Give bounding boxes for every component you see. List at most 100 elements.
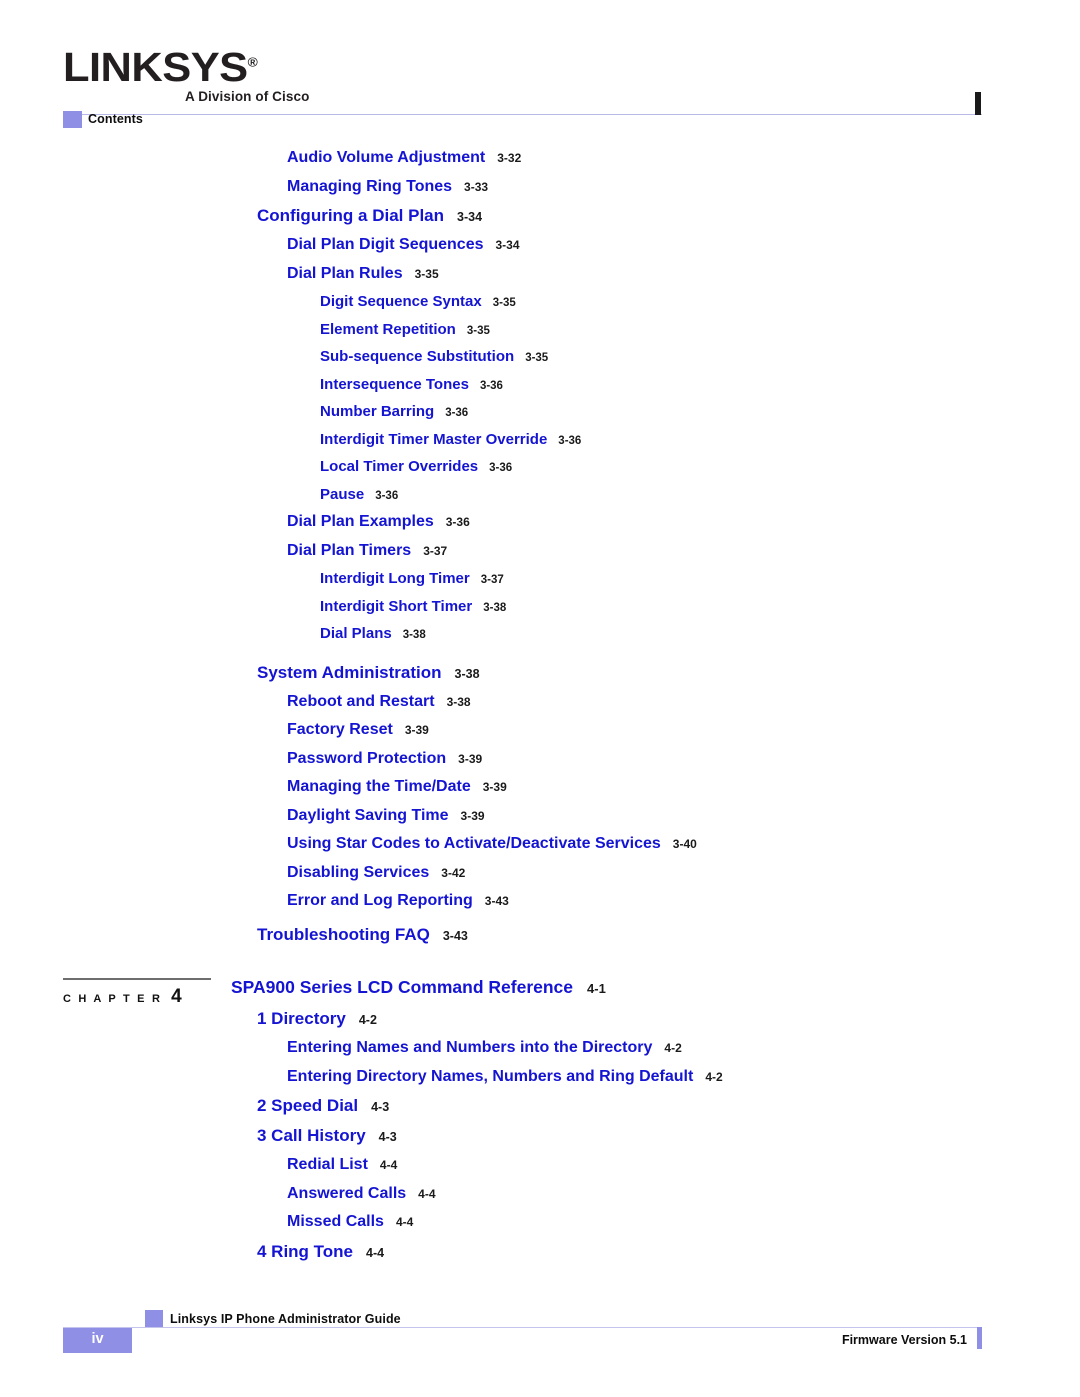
toc-entry-title: Dial Plans xyxy=(320,625,392,642)
toc-entry-title: Entering Names and Numbers into the Dire… xyxy=(287,1039,653,1056)
footer-guide-title: Linksys IP Phone Administrator Guide xyxy=(170,1312,401,1326)
toc-entry-title: Intersequence Tones xyxy=(320,375,469,393)
toc-entry[interactable]: Entering Names and Numbers into the Dire… xyxy=(0,1040,1080,1056)
toc-entry[interactable]: Password Protection 3-39 xyxy=(0,750,1080,767)
toc-entry-page-number: 3-39 xyxy=(404,723,429,737)
toc-entry-title: Using Star Codes to Activate/Deactivate … xyxy=(287,835,661,852)
toc-entry-page-number: 3-35 xyxy=(525,352,549,364)
footer-firmware-version: Firmware Version 5.1 xyxy=(841,1333,967,1347)
toc-entry[interactable]: Dial Plan Rules 3-35 xyxy=(0,264,1080,282)
footer-marker-icon xyxy=(145,1310,163,1327)
toc-entry[interactable]: Dial Plan Digit Sequences 3-34 xyxy=(0,237,1080,253)
toc-entry-title: Entering Directory Names, Numbers and Ri… xyxy=(287,1067,694,1085)
toc-entry-title: Digit Sequence Syntax xyxy=(320,293,482,310)
toc-entry-title: Missed Calls xyxy=(287,1213,384,1230)
toc-entry-page-number: 4-1 xyxy=(587,981,606,996)
toc-entry-page-number: 3-43 xyxy=(484,894,509,908)
toc-entry[interactable]: Interdigit Timer Master Override 3-36 xyxy=(0,432,1080,448)
toc-entry[interactable]: Element Repetition 3-35 xyxy=(0,322,1080,338)
toc-entry-page-number: 4-3 xyxy=(371,1100,390,1114)
toc-entry[interactable]: Using Star Codes to Activate/Deactivate … xyxy=(0,836,1080,852)
footer-divider xyxy=(63,1327,982,1328)
toc-entry-title: Managing the Time/Date xyxy=(287,778,471,795)
toc-entry[interactable]: 2 Speed Dial 4-3 xyxy=(0,1097,1080,1114)
toc-entry[interactable]: Dial Plans 3-38 xyxy=(0,626,1080,642)
toc-entry-page-number: 3-32 xyxy=(497,151,522,165)
toc-entry[interactable]: Answered Calls 4-4 xyxy=(0,1184,1080,1202)
toc-entry-page-number: 3-39 xyxy=(458,751,483,766)
toc-entry[interactable]: Digit Sequence Syntax 3-35 xyxy=(0,294,1080,310)
toc-entry-page-number: 3-38 xyxy=(483,601,507,614)
registered-trademark-icon: ® xyxy=(247,54,258,70)
toc-entry-page-number: 3-39 xyxy=(460,808,485,823)
toc-entry-page-number: 3-38 xyxy=(446,694,471,709)
toc-entry-title: Dial Plan Rules xyxy=(287,264,403,282)
toc-entry[interactable]: Dial Plan Examples 3-36 xyxy=(0,514,1080,530)
toc-entry-page-number: 4-4 xyxy=(379,1158,398,1172)
toc-entry-title: Dial Plan Examples xyxy=(287,513,434,530)
toc-entry-title: Configuring a Dial Plan xyxy=(257,206,445,225)
toc-entry-title: Interdigit Timer Master Override xyxy=(320,430,548,448)
toc-entry-page-number: 4-4 xyxy=(366,1245,385,1260)
toc-entry[interactable]: Factory Reset 3-39 xyxy=(0,722,1080,738)
toc-entry[interactable]: Configuring a Dial Plan 3-34 xyxy=(0,207,1080,224)
toc-entry[interactable]: Audio Volume Adjustment 3-32 xyxy=(0,150,1080,166)
logo-wordmark-text: LINKSYS xyxy=(63,44,248,90)
toc-entry-page-number: 3-36 xyxy=(489,462,513,474)
toc-entry[interactable]: Redial List 4-4 xyxy=(0,1157,1080,1173)
toc-entry-title: System Administration xyxy=(257,662,442,682)
toc-entry[interactable]: Intersequence Tones 3-36 xyxy=(0,377,1080,393)
toc-entry[interactable]: SPA900 Series LCD Command Reference 4-1 xyxy=(0,978,1080,997)
running-head-marker-icon xyxy=(63,111,82,128)
toc-entry-page-number: 3-35 xyxy=(466,324,490,337)
toc-entry-title: Redial List xyxy=(287,1156,368,1173)
running-head-title: Contents xyxy=(88,112,143,126)
toc-entry-title: Disabling Services xyxy=(287,863,430,881)
toc-entry[interactable]: 3 Call History 4-3 xyxy=(0,1127,1080,1144)
toc-entry[interactable]: Local Timer Overrides 3-36 xyxy=(0,459,1080,475)
toc-entry[interactable]: 1 Directory 4-2 xyxy=(0,1010,1080,1027)
toc-entry[interactable]: Reboot and Restart 3-38 xyxy=(0,692,1080,710)
toc-entry-page-number: 3-36 xyxy=(445,407,469,419)
toc-entry[interactable]: Interdigit Long Timer 3-37 xyxy=(0,571,1080,587)
toc-entry[interactable]: System Administration 3-38 xyxy=(0,664,1080,681)
toc-entry-page-number: 3-43 xyxy=(442,929,468,943)
toc-entry-page-number: 4-4 xyxy=(418,1186,436,1201)
toc-entry[interactable]: Managing Ring Tones 3-33 xyxy=(0,178,1080,195)
toc-entry[interactable]: Dial Plan Timers 3-37 xyxy=(0,542,1080,559)
toc-entry[interactable]: Entering Directory Names, Numbers and Ri… xyxy=(0,1067,1080,1085)
header-divider xyxy=(63,114,982,115)
toc-entry-title: Daylight Saving Time xyxy=(287,806,449,824)
toc-entry[interactable]: Error and Log Reporting 3-43 xyxy=(0,893,1080,909)
toc-entry[interactable]: Interdigit Short Timer 3-38 xyxy=(0,599,1080,615)
toc-entry[interactable]: Troubleshooting FAQ 3-43 xyxy=(0,926,1080,943)
header-edge-tick xyxy=(975,92,981,115)
table-of-contents: Audio Volume Adjustment 3-32 Managing Ring… xyxy=(0,150,1080,1273)
toc-entry-page-number: 3-36 xyxy=(375,489,399,502)
toc-entry-page-number: 3-35 xyxy=(492,297,516,309)
toc-entry-page-number: 3-34 xyxy=(457,210,483,224)
toc-entry-page-number: 4-3 xyxy=(378,1130,397,1144)
toc-entry-title: Element Repetition xyxy=(320,320,456,338)
toc-entry[interactable]: Number Barring 3-36 xyxy=(0,404,1080,420)
toc-entry[interactable]: Disabling Services 3-42 xyxy=(0,863,1080,881)
toc-entry-page-number: 3-38 xyxy=(454,666,480,681)
logo-wordmark: LINKSYS® xyxy=(63,47,258,88)
toc-entry-page-number: 3-42 xyxy=(441,865,466,880)
linksys-logo: LINKSYS® A Division of Cisco xyxy=(63,47,483,104)
toc-entry[interactable]: Sub-sequence Substitution 3-35 xyxy=(0,349,1080,365)
toc-entry-page-number: 3-37 xyxy=(423,543,448,558)
toc-entry-title: Answered Calls xyxy=(287,1184,407,1202)
toc-entry[interactable]: Pause 3-36 xyxy=(0,487,1080,503)
toc-entry-title: Reboot and Restart xyxy=(287,692,435,710)
toc-entry-page-number: 4-2 xyxy=(664,1041,682,1055)
toc-entry[interactable]: Daylight Saving Time 3-39 xyxy=(0,806,1080,824)
toc-entry-page-number: 3-36 xyxy=(445,515,470,529)
toc-entry[interactable]: Managing the Time/Date 3-39 xyxy=(0,779,1080,795)
toc-entry[interactable]: 4 Ring Tone 4-4 xyxy=(0,1243,1080,1260)
toc-entry-page-number: 3-36 xyxy=(479,379,503,392)
toc-entry-title: Audio Volume Adjustment xyxy=(287,149,486,166)
toc-entry-title: Dial Plan Digit Sequences xyxy=(287,236,484,253)
footer-edge-tick xyxy=(977,1327,982,1349)
toc-entry[interactable]: Missed Calls 4-4 xyxy=(0,1214,1080,1230)
